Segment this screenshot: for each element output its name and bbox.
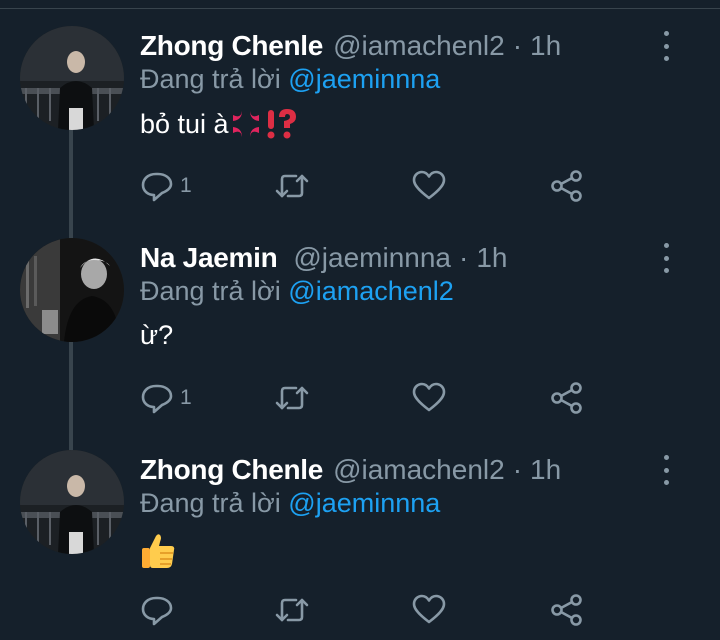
author-name[interactable]: Zhong Chenle xyxy=(140,30,323,62)
share-button[interactable] xyxy=(550,590,584,630)
mention-link[interactable]: @jaeminnna xyxy=(288,64,440,94)
author-name[interactable]: Zhong Chenle xyxy=(140,454,323,486)
tweet-actions xyxy=(140,590,600,630)
share-icon xyxy=(551,170,582,202)
top-divider xyxy=(0,8,720,9)
retweet-icon xyxy=(275,174,309,198)
avatar[interactable] xyxy=(20,238,124,342)
timestamp[interactable]: 1h xyxy=(530,30,561,62)
separator: · xyxy=(512,30,523,61)
replying-to: Đang trả lời @iamachenl2 xyxy=(140,276,454,307)
exclamation-question-icon xyxy=(267,109,296,139)
tweet-text-content: ừ? xyxy=(140,320,174,350)
author-handle[interactable]: @iamachenl2 xyxy=(333,30,505,62)
reply-button[interactable] xyxy=(140,590,180,630)
retweet-button[interactable] xyxy=(274,166,310,206)
author-handle[interactable]: @iamachenl2 xyxy=(333,454,505,486)
tweet-header: Zhong Chenle @iamachenl2 · 1h xyxy=(140,450,561,490)
thread-view: Zhong Chenle @iamachenl2 · 1h Đang trả l… xyxy=(0,0,720,640)
tweet-text-content: bỏ tui à xyxy=(140,108,229,139)
anger-symbol-icon xyxy=(232,111,259,137)
tweet-header: Na Jaemin @jaeminnna · 1h xyxy=(140,238,507,278)
thread-line xyxy=(69,342,73,452)
author-handle[interactable]: @jaeminnna xyxy=(293,242,451,274)
separator: · xyxy=(512,454,523,485)
thread-line xyxy=(69,130,73,240)
share-button[interactable] xyxy=(550,166,584,206)
reply-icon xyxy=(141,384,173,414)
reply-icon xyxy=(141,596,173,626)
like-button[interactable] xyxy=(412,378,446,418)
reply-button[interactable]: 1 xyxy=(140,166,192,206)
timestamp[interactable]: 1h xyxy=(530,454,561,486)
more-vertical-icon[interactable] xyxy=(654,30,678,62)
replying-to: Đang trả lời @jaeminnna xyxy=(140,488,440,519)
replying-prefix: Đang trả lời xyxy=(140,276,281,306)
more-vertical-icon[interactable] xyxy=(654,454,678,486)
replying-prefix: Đang trả lời xyxy=(140,488,281,518)
like-button[interactable] xyxy=(412,166,446,206)
avatar-image xyxy=(20,26,124,130)
reply-button[interactable]: 1 xyxy=(140,378,192,418)
share-icon xyxy=(551,382,582,414)
avatar[interactable] xyxy=(20,26,124,130)
retweet-button[interactable] xyxy=(274,378,310,418)
tweet-text: ừ? xyxy=(140,320,173,351)
tweet-text xyxy=(140,532,176,570)
retweet-icon xyxy=(275,386,309,410)
tweet-header: Zhong Chenle @iamachenl2 · 1h xyxy=(140,26,561,66)
timestamp[interactable]: 1h xyxy=(476,242,507,274)
avatar-image xyxy=(20,238,124,342)
replying-prefix: Đang trả lời xyxy=(140,64,281,94)
retweet-button[interactable] xyxy=(274,590,310,630)
replying-to: Đang trả lời @jaeminnna xyxy=(140,64,440,95)
tweet-text: bỏ tui à xyxy=(140,108,299,140)
retweet-icon xyxy=(275,598,309,622)
author-name[interactable]: Na Jaemin xyxy=(140,242,278,274)
tweet-actions: 1 xyxy=(140,166,600,206)
tweet-actions: 1 xyxy=(140,378,600,418)
share-icon xyxy=(551,594,582,626)
avatar[interactable] xyxy=(20,450,124,554)
mention-link[interactable]: @iamachenl2 xyxy=(288,276,454,306)
heart-icon xyxy=(412,170,446,200)
separator: · xyxy=(459,242,469,273)
thumbs-up-icon xyxy=(142,534,175,568)
like-button[interactable] xyxy=(412,590,446,630)
more-vertical-icon[interactable] xyxy=(654,242,678,274)
mention-link[interactable]: @jaeminnna xyxy=(288,488,440,518)
reply-count: 1 xyxy=(180,386,192,409)
reply-icon xyxy=(141,172,173,202)
reply-count: 1 xyxy=(180,174,192,197)
heart-icon xyxy=(412,594,446,624)
share-button[interactable] xyxy=(550,378,584,418)
avatar-image xyxy=(20,450,124,554)
heart-icon xyxy=(412,382,446,412)
